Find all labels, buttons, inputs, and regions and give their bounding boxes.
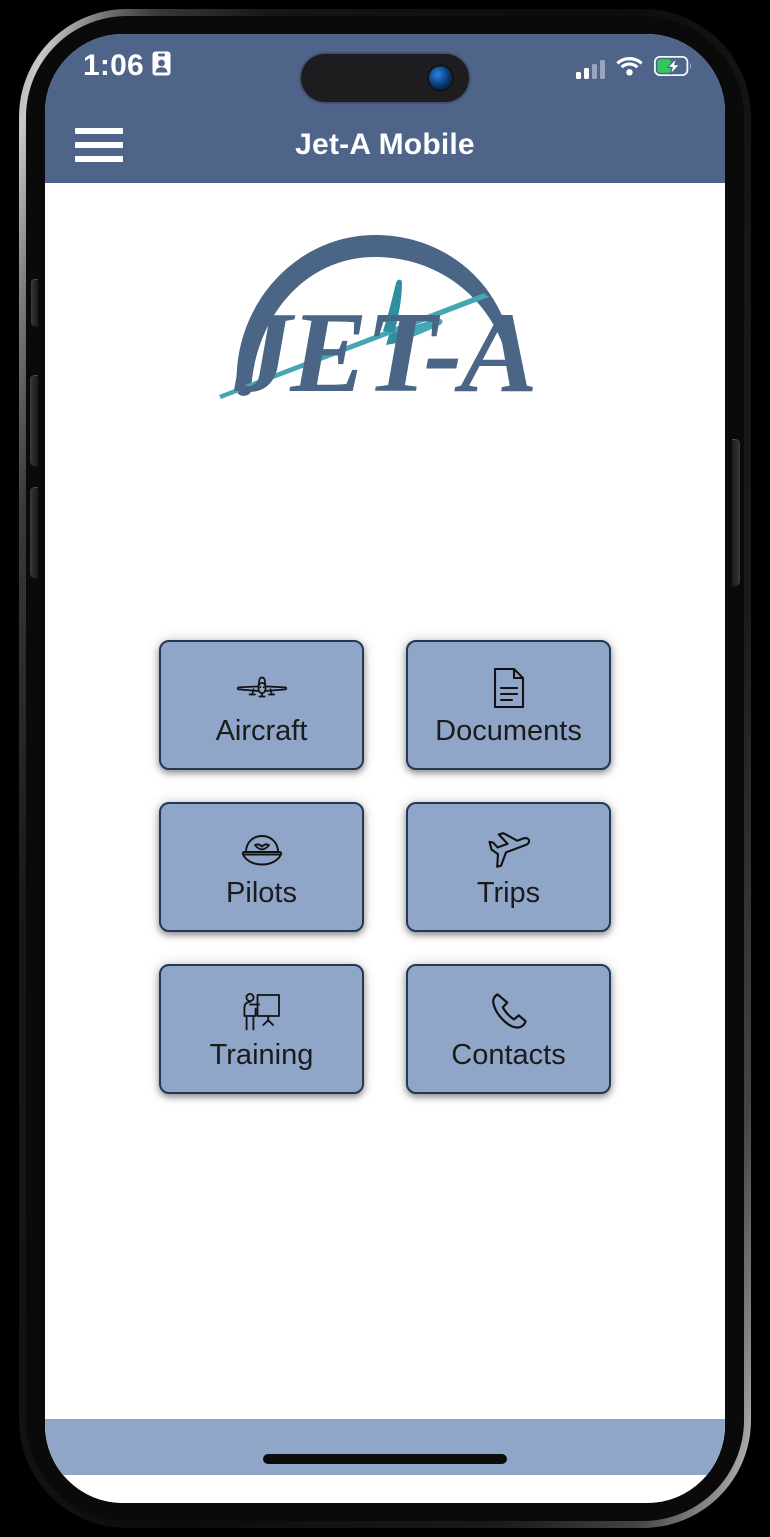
menu-tile-documents[interactable]: Documents	[406, 640, 611, 770]
app-content: JET-A Aircraft Documents Pilots Trips Tr…	[45, 183, 725, 1503]
power-button[interactable]	[732, 439, 740, 587]
pilot-cap-icon	[238, 827, 286, 873]
menu-tile-trips[interactable]: Trips	[406, 802, 611, 932]
menu-tile-pilots[interactable]: Pilots	[159, 802, 364, 932]
status-time-group: 1:06	[83, 51, 171, 81]
hamburger-menu-icon[interactable]	[75, 128, 123, 162]
phone-screen: 1:06 Jet-A Mobile JET-A Aircraft Documen…	[45, 34, 725, 1503]
main-menu-grid: Aircraft Documents Pilots Trips Training…	[45, 640, 725, 1094]
page-title: Jet-A Mobile	[295, 128, 475, 161]
presenter-whiteboard-icon	[241, 989, 283, 1035]
menu-tile-contacts[interactable]: Contacts	[406, 964, 611, 1094]
volume-up-button[interactable]	[30, 375, 38, 467]
silent-switch-button[interactable]	[31, 279, 38, 327]
document-icon	[492, 665, 526, 711]
menu-tile-aircraft[interactable]: Aircraft	[159, 640, 364, 770]
volume-down-button[interactable]	[30, 487, 38, 579]
menu-tile-label: Contacts	[451, 1038, 566, 1071]
id-badge-icon	[152, 51, 171, 81]
camera-lens-icon	[429, 66, 452, 90]
app-header: Jet-A Mobile	[45, 107, 725, 183]
status-indicators	[576, 55, 692, 81]
menu-tile-label: Training	[209, 1038, 314, 1071]
menu-tile-training[interactable]: Training	[159, 964, 364, 1094]
dynamic-island	[301, 54, 469, 102]
airplane-takeoff-icon	[486, 827, 532, 873]
menu-tile-label: Documents	[435, 714, 582, 747]
airplane-front-icon	[236, 665, 288, 711]
logo-wordmark: JET-A	[233, 289, 536, 401]
bottom-safe-area-bar	[45, 1419, 725, 1475]
menu-tile-label: Aircraft	[215, 714, 308, 747]
menu-tile-label: Pilots	[226, 876, 297, 909]
wifi-icon	[616, 56, 643, 81]
menu-tile-label: Trips	[476, 876, 541, 909]
status-bar: 1:06	[45, 34, 725, 107]
cellular-signal-icon	[576, 59, 605, 79]
battery-charging-icon	[653, 55, 692, 81]
phone-handset-icon	[488, 989, 530, 1035]
jet-a-logo: JET-A	[45, 221, 725, 411]
home-indicator[interactable]	[263, 1454, 507, 1464]
status-time: 1:06	[83, 49, 144, 82]
